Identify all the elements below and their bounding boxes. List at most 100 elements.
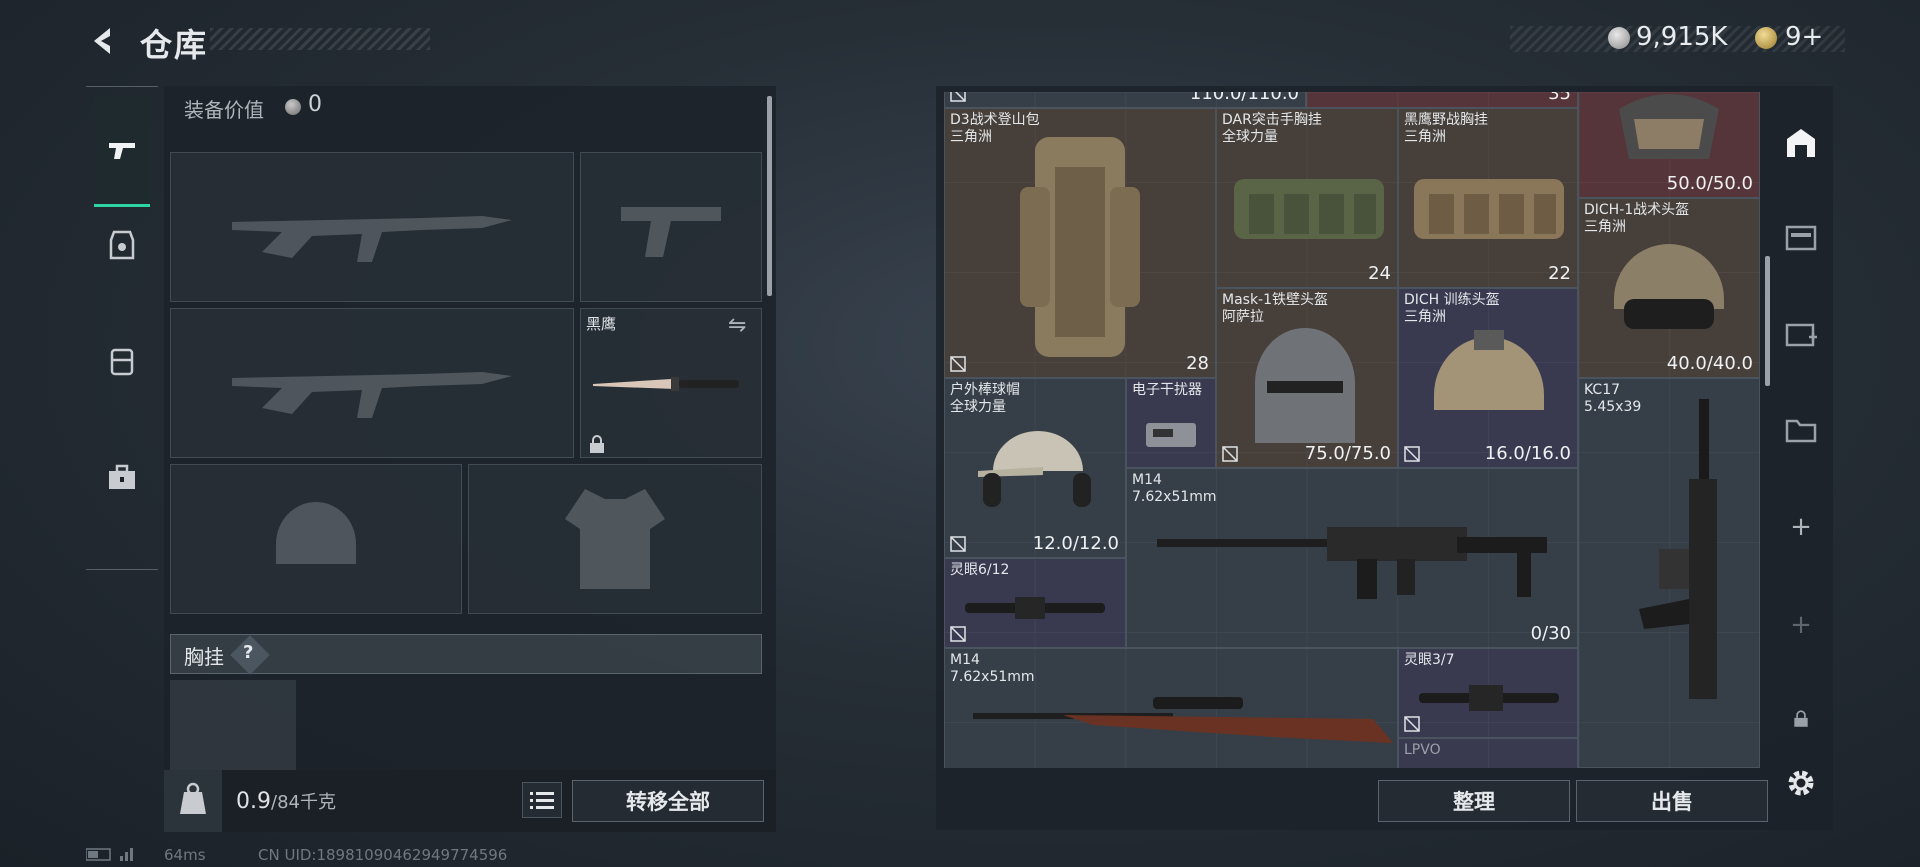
- sort-button[interactable]: 整理: [1378, 780, 1570, 822]
- secondary-weapon-slot[interactable]: [170, 308, 574, 458]
- item-mask1-helmet[interactable]: Mask-1铁壁头盔 阿萨拉 75.0/75.0: [1216, 288, 1398, 468]
- add-icon[interactable]: +: [1776, 502, 1826, 552]
- item-ammo-count: 0/30: [1530, 623, 1571, 644]
- chest-rig-slot[interactable]: [170, 680, 296, 770]
- settings-button[interactable]: [1776, 758, 1826, 808]
- item-durability: 12.0/12.0: [1032, 533, 1119, 554]
- item-kc17[interactable]: KC17 5.45x39: [1578, 378, 1760, 768]
- tab-armor[interactable]: [94, 189, 150, 301]
- item-durability: 16.0/16.0: [1484, 443, 1571, 464]
- item-name: M14 7.62x51mm: [950, 652, 1035, 685]
- item-name: M14 7.62x51mm: [1132, 472, 1217, 505]
- medkit-case-icon: [1785, 323, 1817, 347]
- gold-currency-amount[interactable]: 9+: [1785, 22, 1823, 52]
- silver-coin-icon: [1608, 27, 1630, 49]
- helmet-image: [1614, 244, 1724, 329]
- backpack-image: [1020, 137, 1140, 357]
- helmet-image: [1434, 330, 1544, 410]
- helmet-silhouette-icon: [171, 465, 461, 613]
- help-mark: ?: [243, 642, 254, 663]
- cap-image: [978, 431, 1091, 507]
- item-durability: 40.0/40.0: [1666, 353, 1753, 374]
- lock-tab[interactable]: [1776, 694, 1826, 744]
- pistol-silhouette-icon: [581, 153, 761, 301]
- item-name: DAR突击手胸挂 全球力量: [1222, 112, 1322, 145]
- item-capacity: 28: [1186, 353, 1209, 374]
- no-sell-icon: [950, 356, 966, 372]
- item-capacity: 22: [1548, 263, 1571, 284]
- silver-currency-amount[interactable]: 9,915K: [1636, 22, 1727, 52]
- storage-icon: [1787, 129, 1815, 157]
- equipment-value: 0: [308, 92, 322, 117]
- gear-icon: [1788, 770, 1814, 796]
- item-lpvo[interactable]: LPVO: [1398, 738, 1578, 768]
- item-durability: 110.0/110.0: [1189, 92, 1299, 104]
- swap-icon[interactable]: ⇋: [728, 313, 746, 338]
- weight-icon: [164, 770, 222, 832]
- transfer-all-button[interactable]: 转移全部: [572, 780, 764, 822]
- armored-helmet-image: [1255, 328, 1355, 443]
- item-electronic-jammer[interactable]: 电子干扰器: [1126, 378, 1216, 468]
- item-dich-training-helmet[interactable]: DICH 训练头盔 三角洲 16.0/16.0: [1398, 288, 1578, 468]
- item-name: LPVO: [1404, 742, 1441, 758]
- item-scope-6-12[interactable]: 灵眼6/12: [944, 558, 1126, 648]
- item-dar-rig[interactable]: DAR突击手胸挂 全球力量 24: [1216, 108, 1398, 288]
- tab-backpack[interactable]: [94, 305, 150, 417]
- back-arrow-icon[interactable]: [86, 24, 120, 58]
- lock-icon: [1794, 710, 1808, 727]
- item-name: 灵眼6/12: [950, 562, 1010, 578]
- no-sell-icon: [950, 626, 966, 642]
- folder-case-icon: [1785, 419, 1817, 443]
- chest-rig-image: [1234, 179, 1384, 239]
- no-sell-icon: [1222, 446, 1238, 462]
- item-scope-3-7[interactable]: 灵眼3/7: [1398, 648, 1578, 738]
- kc17-rifle-image: [1639, 399, 1717, 699]
- item-partial-top[interactable]: 110.0/110.0: [944, 92, 1306, 108]
- list-view-button[interactable]: [522, 782, 562, 818]
- item-partial-top-2[interactable]: 35: [1306, 92, 1578, 108]
- scope-image: [965, 597, 1105, 619]
- no-sell-icon: [950, 92, 966, 102]
- scope-image: [1419, 685, 1559, 711]
- item-helmet-top-right[interactable]: 50.0/50.0: [1578, 92, 1760, 198]
- rifle-silhouette-icon: [171, 153, 573, 301]
- item-name: 灵眼3/7: [1404, 652, 1455, 668]
- lock-icon: [590, 435, 604, 453]
- item-blackhawk-rig[interactable]: 黑鹰野战胸挂 三角洲 22: [1398, 108, 1578, 288]
- no-sell-icon: [1404, 446, 1420, 462]
- coin-icon: [285, 99, 301, 115]
- tab-weapon-case[interactable]: [1776, 212, 1826, 262]
- pistol-slot[interactable]: [580, 152, 762, 302]
- item-m14-rifle-2[interactable]: M14 7.62x51mm: [944, 648, 1398, 768]
- tab-case[interactable]: [94, 421, 150, 533]
- knife-image: [593, 377, 739, 391]
- helmet-armor-icon: [109, 230, 135, 260]
- sell-button[interactable]: 出售: [1576, 780, 1768, 822]
- item-dich1-helmet[interactable]: DICH-1战术头盔 三角洲 40.0/40.0: [1578, 198, 1760, 378]
- tab-folder-case[interactable]: [1776, 404, 1826, 454]
- equipment-scrollbar[interactable]: [767, 96, 772, 296]
- toolbox-icon: [109, 464, 135, 489]
- helmet-slot[interactable]: [170, 464, 462, 614]
- item-baseball-cap[interactable]: 户外棒球帽 全球力量 12.0/12.0: [944, 378, 1126, 558]
- page-title: 仓库: [140, 26, 209, 64]
- primary-weapon-slot[interactable]: [170, 152, 574, 302]
- item-d3-backpack[interactable]: D3战术登山包 三角洲 28: [944, 108, 1216, 378]
- warehouse-scrollbar[interactable]: [1765, 256, 1770, 386]
- chest-rig-label: 胸挂: [184, 645, 224, 669]
- tab-storage[interactable]: [1776, 118, 1826, 168]
- item-durability: 50.0/50.0: [1666, 173, 1753, 194]
- add-icon[interactable]: +: [1776, 600, 1826, 650]
- warehouse-grid: 110.0/110.0 35 50.0/50.0 D3战术登山包 三角洲 28 D…: [944, 92, 1760, 768]
- item-name: 电子干扰器: [1132, 382, 1202, 398]
- body-armor-slot[interactable]: [468, 464, 762, 614]
- helmet-image: [1619, 94, 1719, 159]
- armor-silhouette-icon: [469, 465, 761, 613]
- equipment-value-label: 装备价值: [184, 98, 264, 122]
- weapon-case-icon: [1785, 225, 1817, 251]
- m14-rifle-image: [1157, 527, 1547, 599]
- gold-coin-icon: [1755, 27, 1777, 49]
- item-m14-rifle[interactable]: M14 7.62x51mm 0/30: [1126, 468, 1578, 648]
- weight-capacity: /84千克: [271, 792, 336, 813]
- tab-medkit-case[interactable]: [1776, 308, 1826, 358]
